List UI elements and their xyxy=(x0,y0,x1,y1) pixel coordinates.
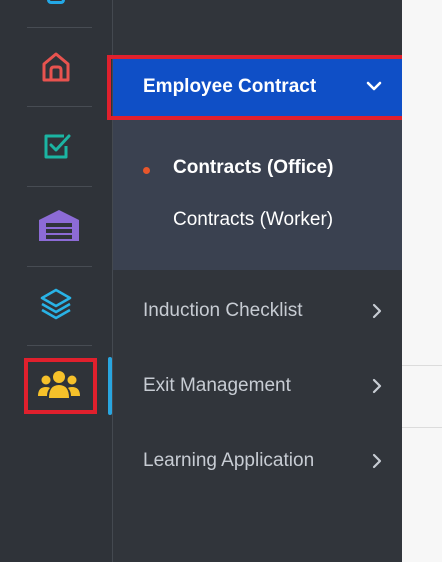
menu-item-label: Learning Application xyxy=(143,450,315,471)
warehouse-icon[interactable] xyxy=(37,207,81,243)
chevron-down-icon xyxy=(366,79,382,98)
rail-separator xyxy=(27,345,92,346)
menu-item-label: Induction Checklist xyxy=(143,300,303,321)
content-divider xyxy=(402,365,442,366)
active-indicator xyxy=(108,357,112,415)
submenu-item-contracts-worker[interactable]: Contracts (Worker) xyxy=(173,209,333,231)
rail-separator xyxy=(27,27,92,28)
menu-header-label: Employee Contract xyxy=(143,76,317,97)
menu-item-induction-checklist[interactable]: Induction Checklist xyxy=(143,296,383,326)
menu-item-exit-management[interactable]: Exit Management xyxy=(143,371,383,401)
active-bullet xyxy=(143,167,150,174)
menu-item-learning-application[interactable]: Learning Application xyxy=(143,446,383,476)
chevron-right-icon xyxy=(371,303,383,319)
main-content-area xyxy=(402,0,442,562)
rail-separator xyxy=(27,186,92,187)
checkbox-icon[interactable] xyxy=(38,128,74,164)
icon-rail xyxy=(0,0,113,562)
menu-item-label: Exit Management xyxy=(143,375,291,396)
submenu-background xyxy=(113,117,402,270)
menu-panel: Employee Contract Contracts (Office) Con… xyxy=(113,0,402,562)
submenu-item-contracts-office[interactable]: Contracts (Office) xyxy=(173,157,333,179)
chevron-right-icon xyxy=(371,453,383,469)
chevron-right-icon xyxy=(371,378,383,394)
content-divider xyxy=(402,427,442,428)
employee-contract-menu-header[interactable]: Employee Contract xyxy=(113,58,402,116)
rail-top-icon-partial[interactable] xyxy=(47,0,65,4)
layers-icon[interactable] xyxy=(38,286,74,322)
rail-separator xyxy=(27,266,92,267)
home-icon[interactable] xyxy=(38,49,74,85)
rail-separator xyxy=(27,106,92,107)
users-icon[interactable] xyxy=(37,366,81,402)
